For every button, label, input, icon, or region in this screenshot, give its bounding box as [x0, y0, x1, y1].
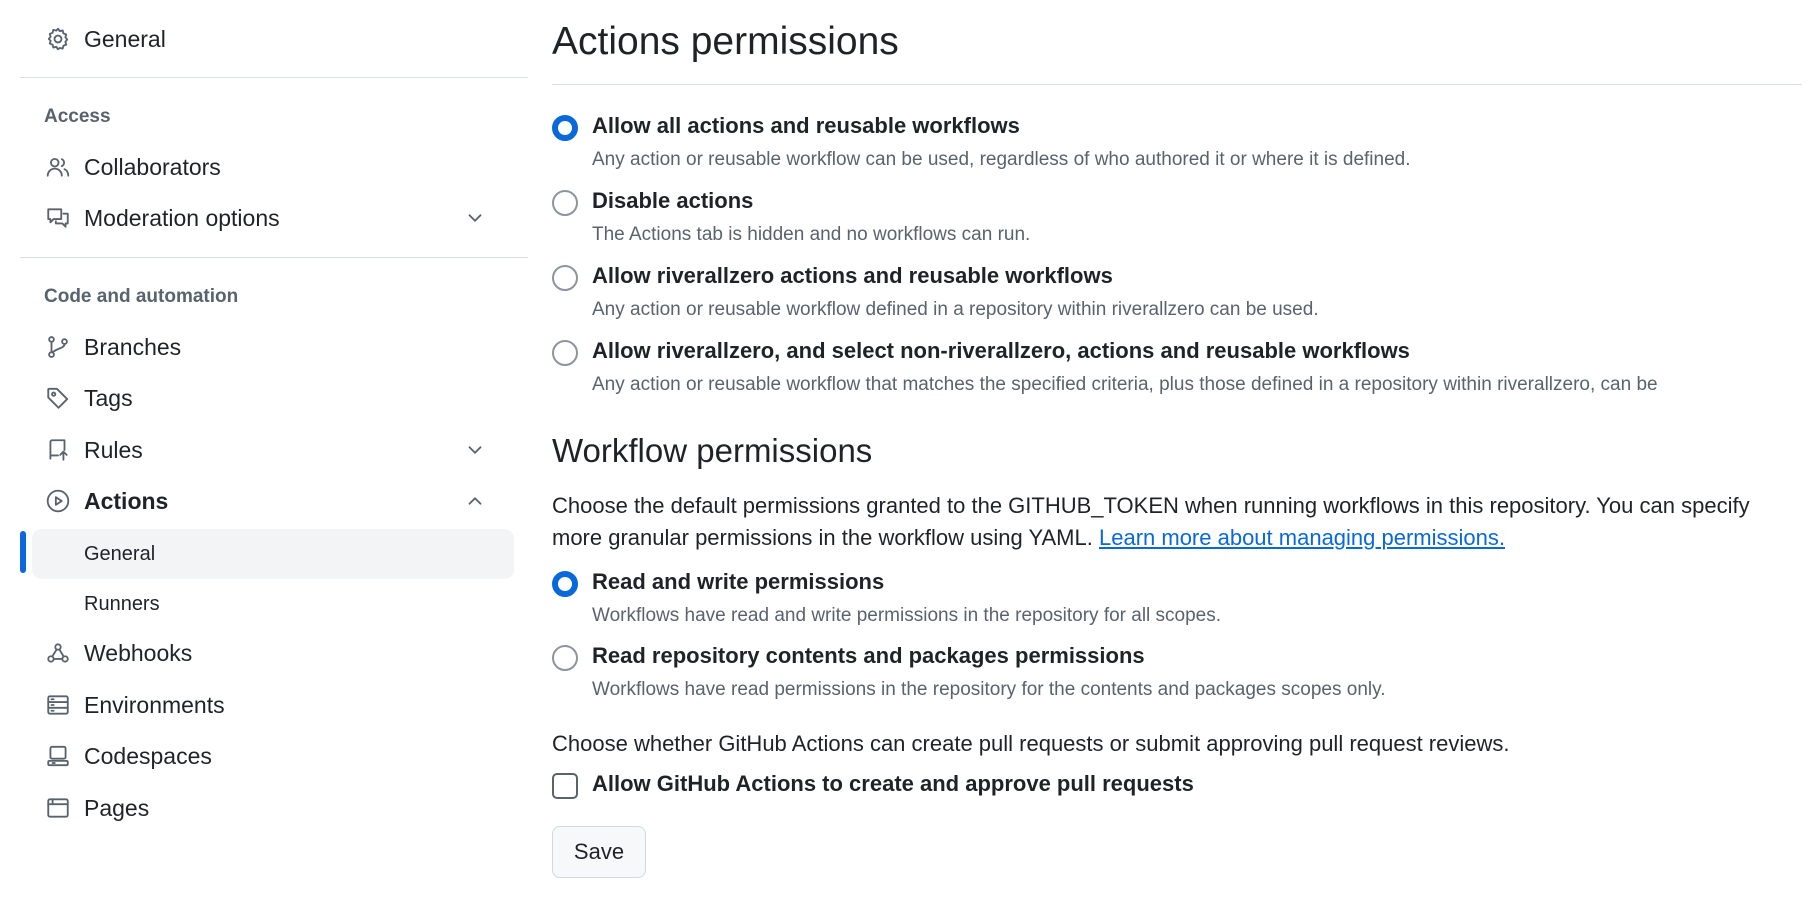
sidebar-item-general[interactable]: General [20, 16, 514, 62]
sidebar-item-codespaces[interactable]: Codespaces [20, 733, 514, 779]
webhook-icon [44, 639, 72, 667]
workflow-permissions-heading: Workflow permissions [552, 432, 873, 469]
sidebar-item-rules[interactable]: Rules [20, 427, 514, 473]
sidebar-subitem-actions-general[interactable]: General [32, 529, 514, 579]
option-description: Workflows have read permissions in the r… [592, 679, 1386, 700]
option-description: The Actions tab is hidden and no workflo… [592, 224, 1031, 245]
workflow-permissions-intro: Choose the default permissions granted t… [552, 490, 1792, 554]
option-label: Allow riverallzero, and select non-river… [592, 338, 1410, 363]
sidebar-subitem-actions-runners[interactable]: Runners [32, 579, 514, 629]
option-label: Disable actions [592, 188, 754, 213]
git-branch-icon [44, 333, 72, 361]
allow-pr-creation-checkbox[interactable] [552, 773, 578, 799]
title-divider [552, 84, 1802, 85]
pull-request-intro: Choose whether GitHub Actions can create… [552, 731, 1510, 756]
sidebar-divider [20, 77, 528, 78]
option-label: Read repository contents and packages pe… [592, 643, 1145, 668]
tag-icon [44, 384, 72, 412]
sidebar-item-label: Moderation options [84, 204, 280, 231]
sidebar-item-label: General [84, 25, 166, 52]
option-description: Any action or reusable workflow that mat… [592, 374, 1658, 395]
sidebar-item-label: Branches [84, 333, 182, 360]
radio-allow-owner-actions[interactable] [552, 265, 578, 291]
sidebar-item-pages[interactable]: Pages [20, 785, 514, 831]
sidebar-item-label: Pages [84, 794, 150, 821]
active-indicator [20, 531, 26, 573]
sidebar-item-environments[interactable]: Environments [20, 682, 514, 728]
radio-allow-all-actions[interactable] [552, 115, 578, 141]
sidebar-divider [20, 257, 528, 258]
sidebar-item-actions[interactable]: Actions [20, 478, 514, 524]
option-description: Any action or reusable workflow can be u… [592, 149, 1411, 170]
sidebar-item-label: Tags [84, 384, 133, 411]
server-icon [44, 691, 72, 719]
sidebar-item-label: Webhooks [84, 639, 193, 666]
people-icon [44, 153, 72, 181]
sidebar-item-collaborators[interactable]: Collaborators [20, 144, 514, 190]
sidebar-subitem-label: General [84, 542, 156, 565]
sidebar-item-label: Rules [84, 436, 143, 463]
chevron-down-icon[interactable] [464, 439, 486, 461]
sidebar-item-moderation-options[interactable]: Moderation options [20, 195, 514, 241]
sidebar-item-label: Actions [84, 487, 169, 514]
sidebar-item-branches[interactable]: Branches [20, 324, 514, 370]
settings-sidebar: General Access Collaborators Moderation … [0, 0, 530, 902]
radio-disable-actions[interactable] [552, 190, 578, 216]
option-label: Read and write permissions [592, 569, 885, 594]
sidebar-item-label: Codespaces [84, 742, 212, 769]
section-title-code-and-automation: Code and automation [44, 286, 239, 307]
radio-read-only-permissions[interactable] [552, 645, 578, 671]
sidebar-item-webhooks[interactable]: Webhooks [20, 630, 514, 676]
sidebar-item-label: Collaborators [84, 153, 221, 180]
option-description: Any action or reusable workflow defined … [592, 299, 1319, 320]
checkbox-label: Allow GitHub Actions to create and appro… [592, 771, 1194, 796]
option-description: Workflows have read and write permission… [592, 605, 1222, 626]
browser-icon [44, 794, 72, 822]
comment-discussion-icon [44, 204, 72, 232]
codespaces-icon [44, 742, 72, 770]
play-icon [44, 487, 72, 515]
chevron-up-icon[interactable] [464, 490, 486, 512]
learn-more-permissions-link[interactable]: Learn more about managing permissions. [1099, 525, 1505, 550]
repo-push-icon [44, 436, 72, 464]
radio-allow-select-actions[interactable] [552, 340, 578, 366]
sidebar-item-label: Environments [84, 691, 225, 718]
chevron-down-icon[interactable] [464, 207, 486, 229]
gear-icon [44, 25, 72, 53]
sidebar-subitem-label: Runners [84, 592, 160, 615]
option-label: Allow all actions and reusable workflows [592, 113, 1020, 138]
option-label: Allow riverallzero actions and reusable … [592, 263, 1113, 288]
radio-read-write-permissions[interactable] [552, 571, 578, 597]
main-content: Actions permissions Allow all actions an… [552, 0, 1804, 902]
page-title: Actions permissions [552, 20, 899, 63]
save-button[interactable]: Save [552, 826, 646, 878]
section-title-access: Access [44, 106, 111, 127]
sidebar-item-tags[interactable]: Tags [20, 375, 514, 421]
